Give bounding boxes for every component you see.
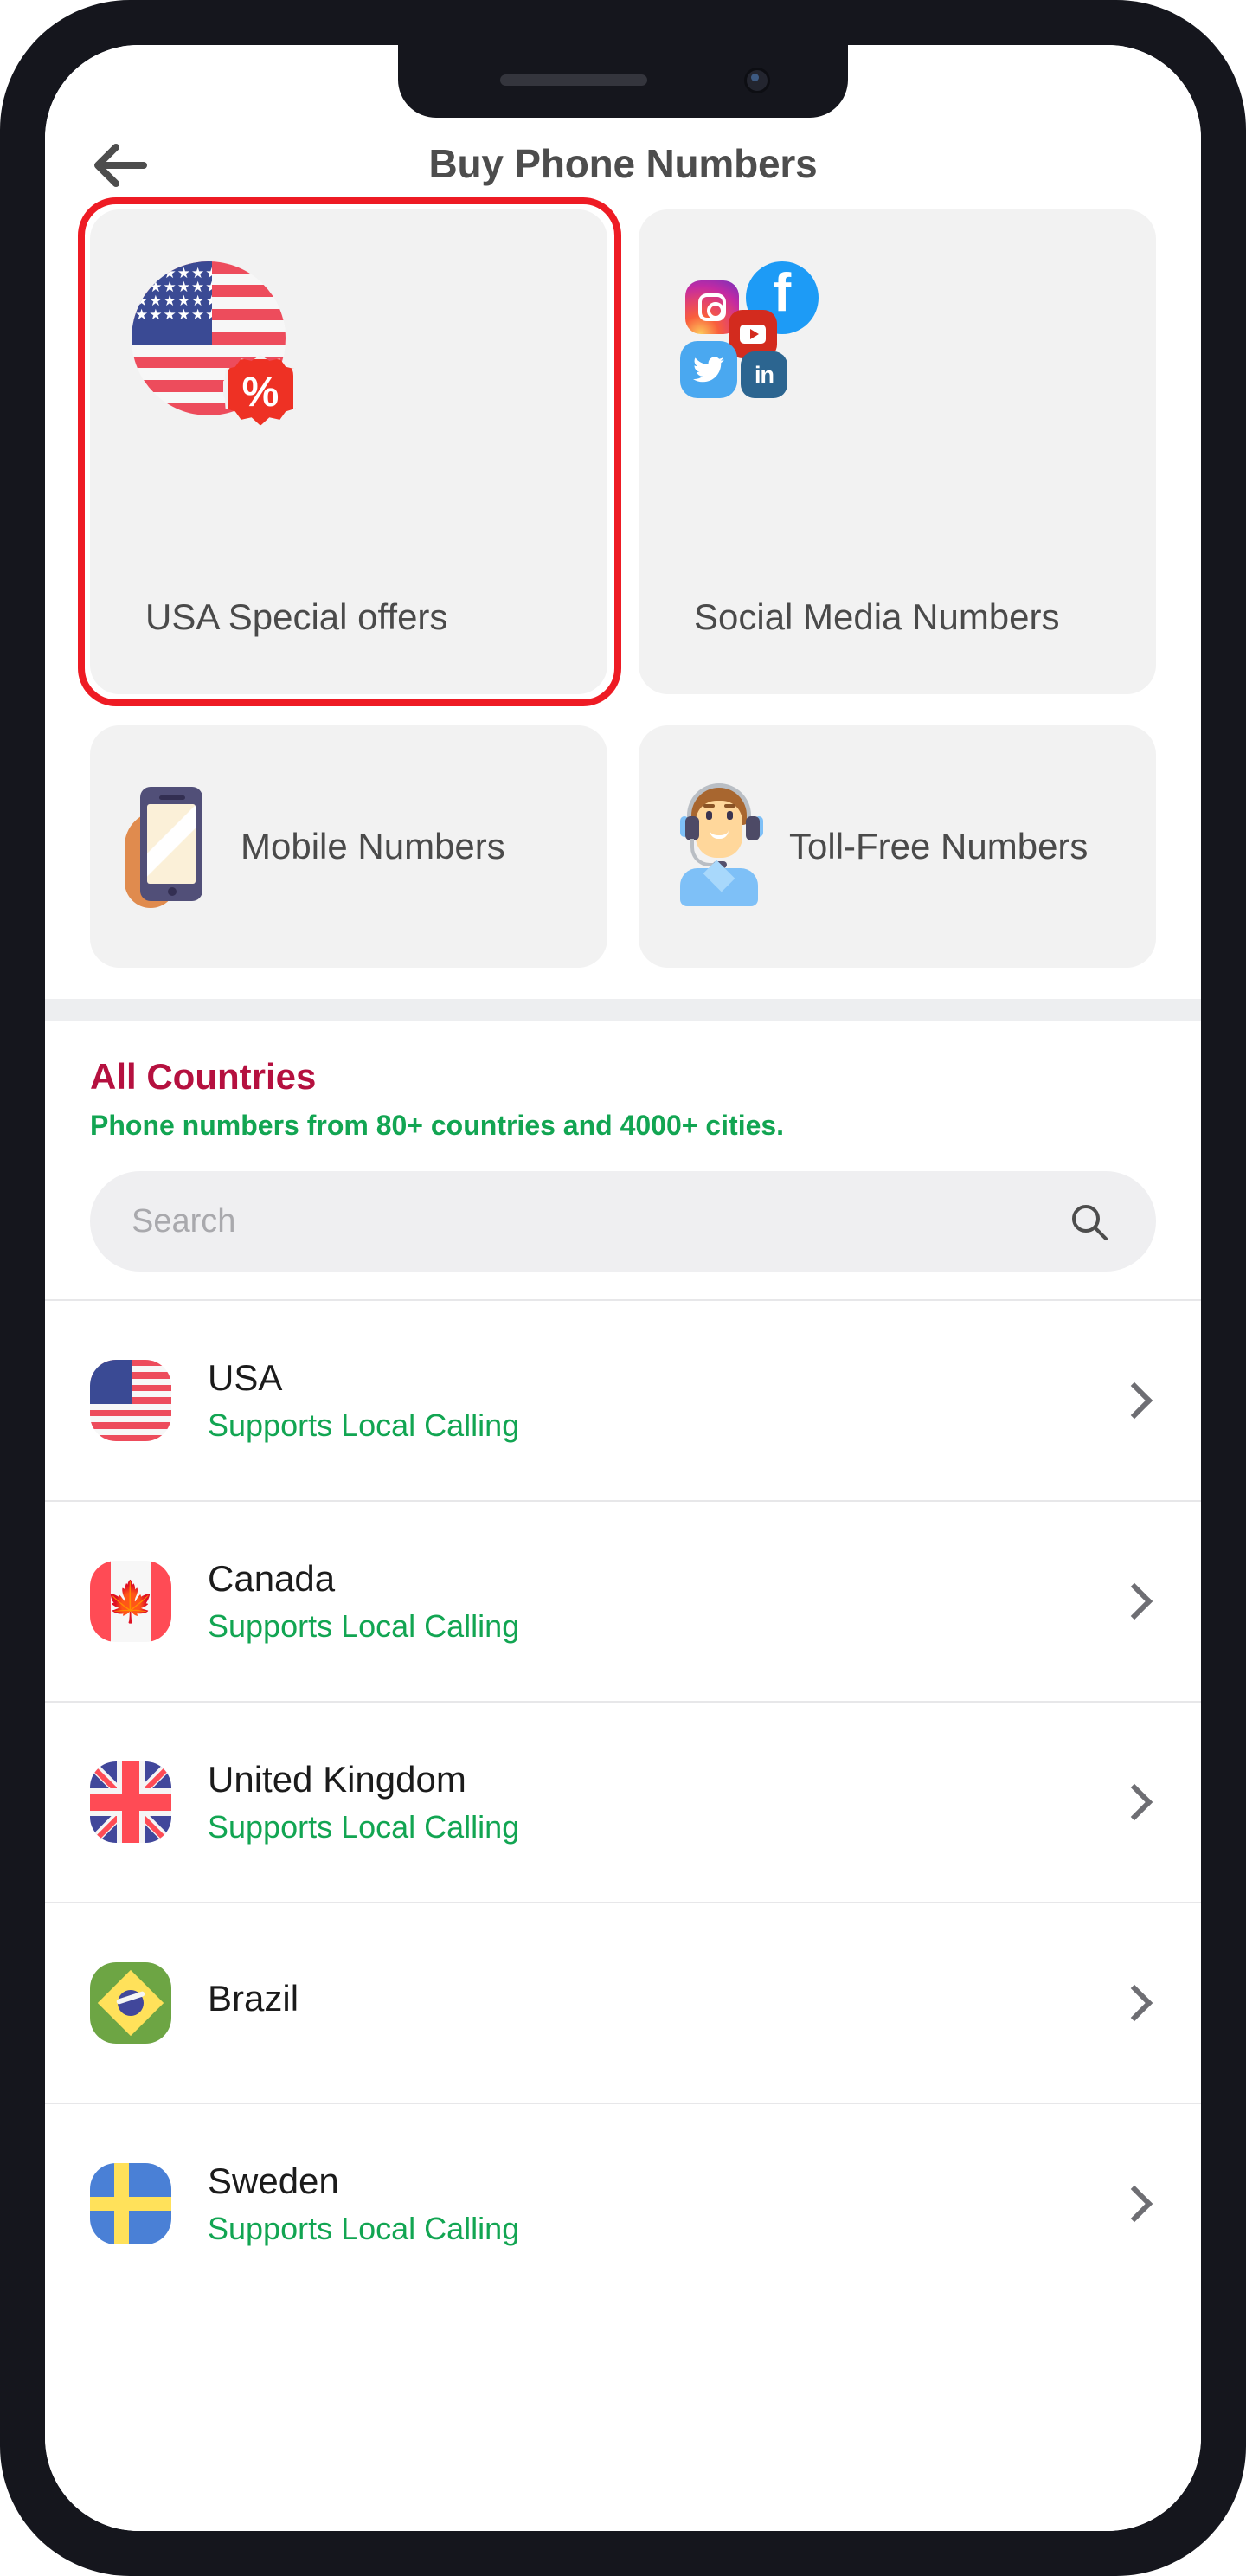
country-text: Brazil <box>208 1978 1121 2028</box>
country-name: Canada <box>208 1558 336 1599</box>
country-text: USA Supports Local Calling <box>208 1357 1121 1444</box>
country-text: Canada Supports Local Calling <box>208 1558 1121 1645</box>
country-subtitle: Supports Local Calling <box>208 2211 520 2246</box>
chevron-right-icon <box>1115 1783 1153 1821</box>
category-card-toll-free-numbers[interactable]: Toll-Free Numbers <box>639 725 1156 968</box>
country-row-sweden[interactable]: Sweden Supports Local Calling <box>45 2103 1201 2303</box>
linkedin-icon: in <box>741 351 787 398</box>
country-row-usa[interactable]: USA Supports Local Calling <box>45 1299 1201 1500</box>
country-row-canada[interactable]: 🍁 Canada Supports Local Calling <box>45 1500 1201 1701</box>
country-text: United Kingdom Supports Local Calling <box>208 1759 1121 1845</box>
category-row-bottom: Mobile Numbers Toll-Free Numbers <box>90 725 1156 968</box>
sweden-flag-icon <box>90 2163 171 2244</box>
social-media-cluster-icon: f in <box>680 261 853 417</box>
section-divider <box>45 999 1201 1021</box>
all-countries-header: All Countries Phone numbers from 80+ cou… <box>45 1021 1201 1142</box>
usa-flag-discount-icon: ★★★★★★ ★★★★★★ ★★★★★★ ★★★★★★ % <box>132 261 298 426</box>
country-name: Brazil <box>208 1978 299 2019</box>
country-list: USA Supports Local Calling 🍁 Canada Supp… <box>45 1299 1201 2303</box>
app-content: Buy Phone Numbers ★★★★★★ ★★★★★★ ★★★★★★ ★★★ <box>45 45 1201 2531</box>
category-card-social-media-numbers[interactable]: f in Social Media Numbers <box>639 209 1156 694</box>
page-title: Buy Phone Numbers <box>428 141 818 186</box>
category-label-toll-free-numbers: Toll-Free Numbers <box>789 826 1089 867</box>
phone-frame: Buy Phone Numbers ★★★★★★ ★★★★★★ ★★★★★★ ★★★ <box>0 0 1246 2576</box>
country-subtitle: Supports Local Calling <box>208 1407 520 1443</box>
search-icon[interactable] <box>1068 1201 1109 1246</box>
country-subtitle: Supports Local Calling <box>208 1809 520 1845</box>
category-label-mobile-numbers: Mobile Numbers <box>241 826 505 867</box>
phone-notch <box>398 45 848 118</box>
category-label-usa-special-offers: USA Special offers <box>145 596 448 638</box>
country-subtitle: Supports Local Calling <box>208 1608 520 1644</box>
canada-flag-icon: 🍁 <box>90 1561 171 1642</box>
front-camera <box>744 68 770 93</box>
earpiece-speaker <box>500 74 647 86</box>
brazil-flag-icon <box>90 1962 171 2044</box>
chevron-right-icon <box>1115 2185 1153 2223</box>
country-name: USA <box>208 1357 283 1398</box>
chevron-right-icon <box>1115 1984 1153 2022</box>
phone-screen: Buy Phone Numbers ★★★★★★ ★★★★★★ ★★★★★★ ★★★ <box>45 45 1201 2531</box>
country-text: Sweden Supports Local Calling <box>208 2161 1121 2247</box>
all-countries-subtitle: Phone numbers from 80+ countries and 400… <box>90 1110 785 1141</box>
headset-agent-icon <box>673 782 770 911</box>
country-row-united-kingdom[interactable]: United Kingdom Supports Local Calling <box>45 1701 1201 1902</box>
chevron-right-icon <box>1115 1381 1153 1420</box>
all-countries-title: All Countries <box>90 1056 317 1097</box>
search-box[interactable] <box>90 1171 1156 1272</box>
twitter-icon <box>680 341 737 398</box>
country-name: United Kingdom <box>208 1759 466 1800</box>
category-grid: ★★★★★★ ★★★★★★ ★★★★★★ ★★★★★★ % USA Special o… <box>45 197 1201 968</box>
category-label-social-media-numbers: Social Media Numbers <box>694 596 1060 638</box>
category-card-usa-special-offers[interactable]: ★★★★★★ ★★★★★★ ★★★★★★ ★★★★★★ % USA Special o… <box>90 209 607 694</box>
chevron-right-icon <box>1115 1582 1153 1620</box>
hand-holding-phone-icon <box>125 782 222 911</box>
search-input[interactable] <box>132 1202 1114 1240</box>
category-row-top: ★★★★★★ ★★★★★★ ★★★★★★ ★★★★★★ % USA Special o… <box>90 209 1156 694</box>
country-row-brazil[interactable]: Brazil <box>45 1902 1201 2103</box>
country-name: Sweden <box>208 2161 339 2201</box>
usa-flag-icon <box>90 1360 171 1441</box>
uk-flag-icon <box>90 1761 171 1843</box>
category-card-mobile-numbers[interactable]: Mobile Numbers <box>90 725 607 968</box>
